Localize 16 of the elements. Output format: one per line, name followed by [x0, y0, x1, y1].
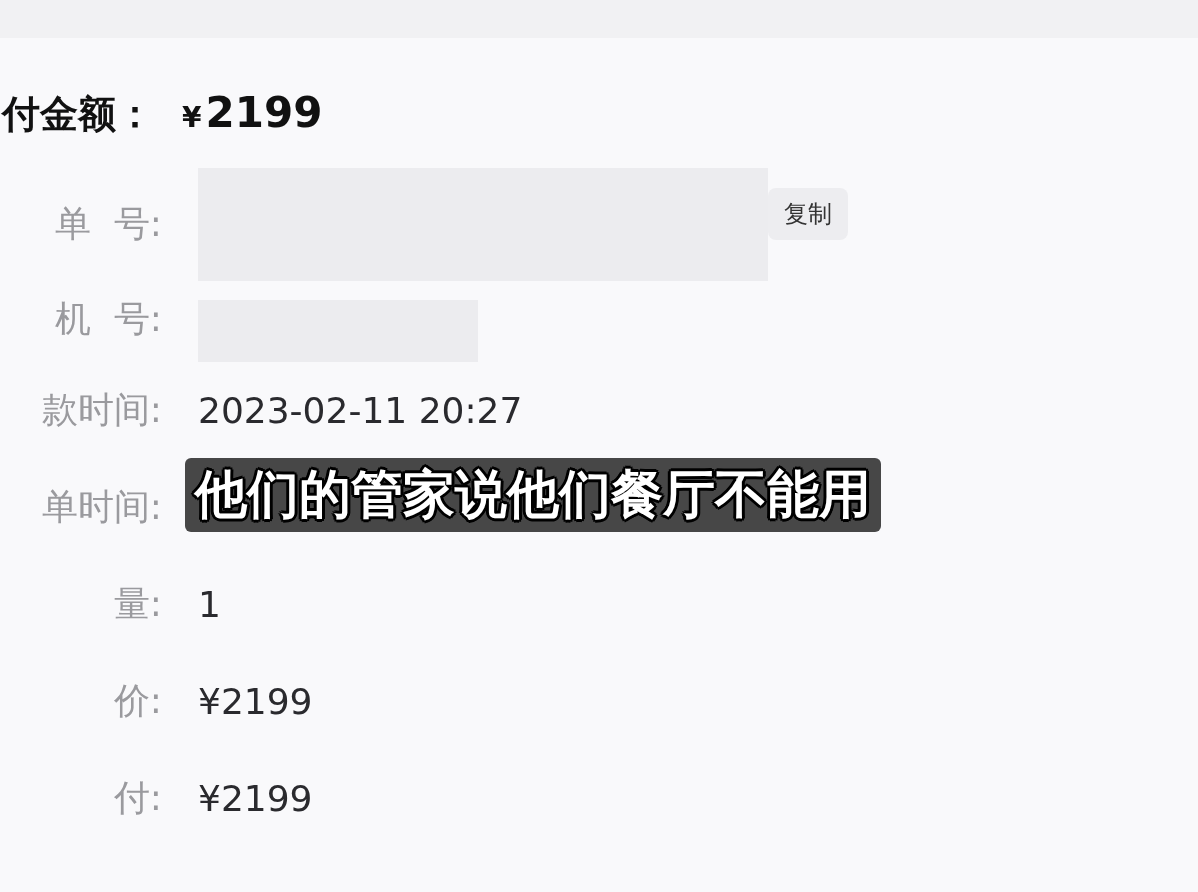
field-value: 2023-02-11 20:27 — [198, 390, 523, 431]
total-amount: 2199 — [205, 88, 323, 137]
field-label: 款时间: — [40, 388, 163, 432]
field-label: 价: — [112, 679, 163, 723]
field-label: 单 号: — [54, 202, 163, 246]
copy-button[interactable]: 复制 — [768, 188, 848, 240]
field-label: 机 号: — [54, 296, 163, 341]
field-value: 1 — [198, 584, 221, 625]
field-value: ¥2199 — [198, 681, 313, 722]
field-label: 量: — [112, 582, 163, 626]
total-label: 付金额： — [2, 91, 154, 138]
subtitle: 他们的管家说他们餐厅不能用 — [185, 458, 881, 532]
field-value: ¥2199 — [198, 778, 313, 819]
field-label: 单时间: — [40, 485, 163, 529]
field-label: 付: — [112, 776, 163, 820]
currency-sign: ¥ — [182, 101, 202, 134]
